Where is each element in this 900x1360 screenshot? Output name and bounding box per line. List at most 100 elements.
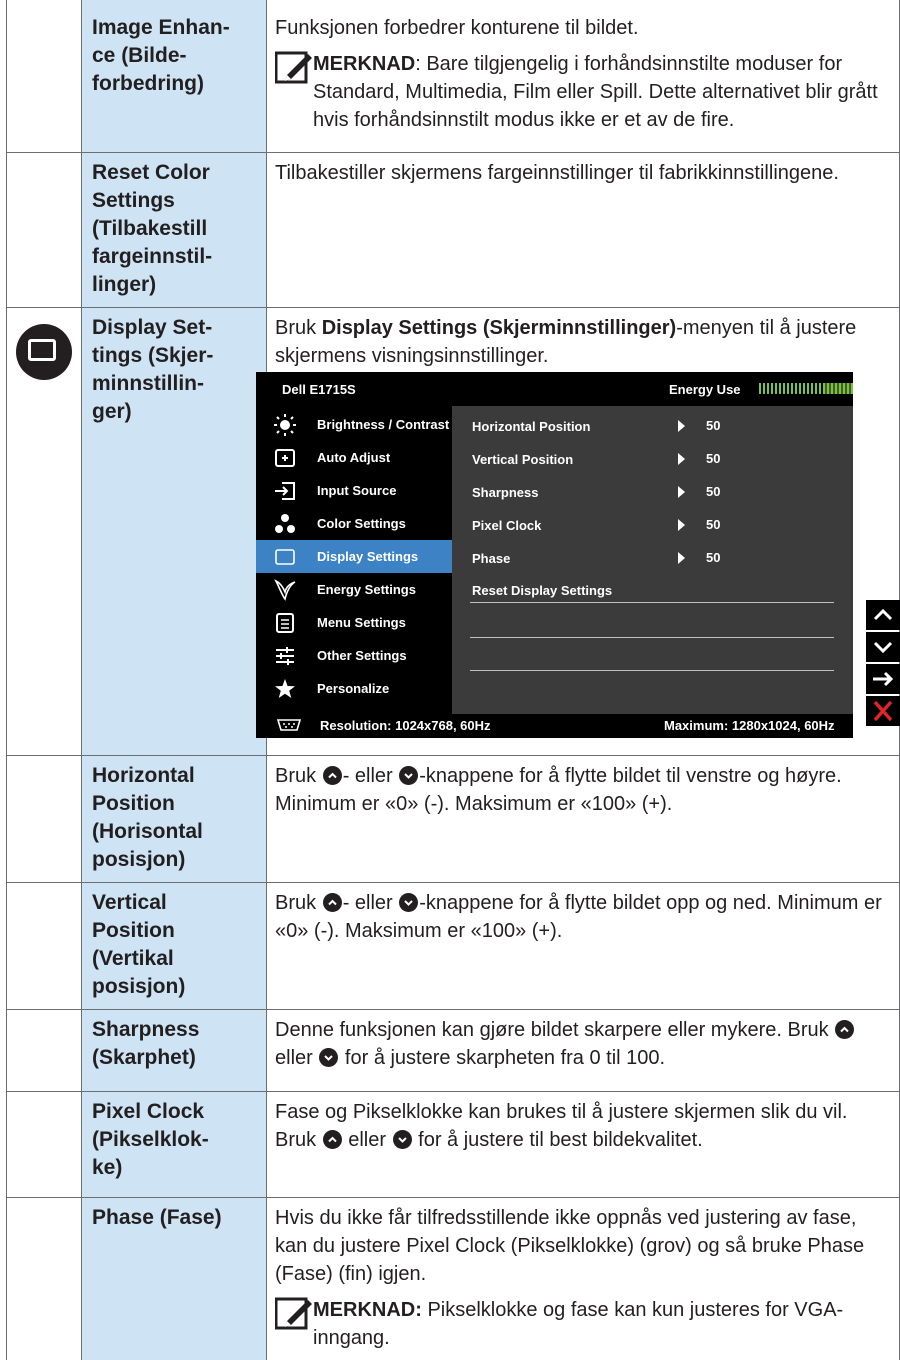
note-label: MERKNAD [313, 53, 416, 75]
row-description: Fase og Pikselklokke kan brukes til å ju… [266, 1090, 900, 1198]
osd-menu-item-other-settings[interactable]: Other Settings [256, 639, 452, 672]
vga-connector-icon [276, 719, 302, 731]
row-name: Horizontal Position (Horisontal posisjon… [81, 754, 267, 883]
row-description: Bruk - eller -knappene for å flytte bild… [266, 754, 900, 883]
down-button-icon [399, 892, 419, 912]
display-settings-icon [275, 549, 295, 565]
table-row-sharpness: Sharpness (Skarphet) Denne funksjonen ka… [6, 1008, 900, 1092]
row-desc-text: Funksjonen forbedrer konturene til bilde… [275, 17, 639, 39]
menu-settings-icon [276, 613, 294, 633]
osd-menu-screenshot: Dell E1715S Energy Use Brightness / Cont… [256, 372, 853, 738]
osd-energy-label: Energy Use [669, 382, 741, 397]
up-button[interactable] [866, 600, 900, 630]
up-button-icon [322, 765, 342, 785]
energy-settings-icon [274, 579, 296, 601]
row-description: Funksjonen forbedrer konturene til bilde… [266, 0, 900, 153]
row-name-text: Image Enhan- ce (Bilde- forbedring) [92, 16, 230, 95]
row-name-text: Pixel Clock (Pikselklok- ke) [92, 1099, 209, 1179]
table-row-pixel-clock: Pixel Clock (Pikselklok- ke) Fase og Pik… [6, 1090, 900, 1198]
arrow-right-icon [873, 671, 894, 687]
osd-menu-item-brightness[interactable]: Brightness / Contrast [256, 408, 452, 441]
row-description: Tilbakestiller skjermens fargeinnstillin… [266, 151, 900, 308]
osd-menu-item-auto-adjust[interactable]: Auto Adjust [256, 441, 452, 474]
table-row-phase: Phase (Fase) Hvis du ikke får tilfredsst… [6, 1196, 900, 1360]
row-name-text: Display Set- tings (Skjer- minnstillin- … [92, 315, 214, 423]
osd-sub-sharpness[interactable]: Sharpness [472, 485, 538, 500]
down-button[interactable] [866, 632, 900, 662]
note-block: MERKNAD: Pikselklokke og fase kan kun ju… [275, 1296, 891, 1352]
note-pencil-icon [275, 51, 312, 84]
divider [470, 602, 834, 603]
osd-menu-item-color-settings[interactable]: Color Settings [256, 507, 452, 540]
osd-maximum: Maximum: 1280x1024, 60Hz [664, 718, 835, 733]
exit-button[interactable] [866, 696, 900, 726]
osd-menu-item-input-source[interactable]: Input Source [256, 474, 452, 507]
row-name-text: Sharpness (Skarphet) [92, 1017, 200, 1069]
osd-menu-item-personalize[interactable]: Personalize [256, 672, 452, 705]
row-name: Reset Color Settings (Tilbakestill farge… [81, 151, 267, 308]
up-button-icon [322, 892, 342, 912]
row-description: Hvis du ikke får tilfredsstillende ikke … [266, 1196, 900, 1360]
osd-menu-item-energy-settings[interactable]: Energy Settings [256, 573, 452, 606]
chevron-down-icon [873, 641, 893, 654]
close-icon [873, 700, 893, 722]
osd-menu-item-menu-settings[interactable]: Menu Settings [256, 606, 452, 639]
row-name: Sharpness (Skarphet) [81, 1008, 267, 1092]
bold-term: Display Settings (Skjerminnstillinger) [321, 316, 677, 339]
row-desc-text: Hvis du ikke får tilfredsstillende ikke … [275, 1206, 865, 1285]
auto-adjust-icon [275, 449, 295, 467]
osd-sub-vertical-position[interactable]: Vertical Position [472, 452, 573, 467]
row-name-text: Phase (Fase) [92, 1205, 222, 1229]
down-button-icon [399, 765, 419, 785]
note-block: MERKNAD: Bare tilgjengelig i forhåndsinn… [275, 50, 891, 134]
note-label: MERKNAD: [313, 1298, 422, 1321]
color-settings-icon [275, 514, 295, 533]
row-name-text: Reset Color Settings (Tilbakestill farge… [92, 160, 213, 296]
triangle-right-icon [678, 552, 685, 564]
osd-sub-phase[interactable]: Phase [472, 551, 510, 566]
osd-value: 50 [706, 484, 721, 499]
other-settings-icon [276, 647, 294, 665]
osd-sub-reset-display-settings[interactable]: Reset Display Settings [472, 583, 612, 598]
row-name: Display Set- tings (Skjer- minnstillin- … [81, 306, 267, 756]
triangle-right-icon [678, 486, 685, 498]
triangle-right-icon [678, 519, 685, 531]
row-desc-text: Tilbakestiller skjermens fargeinnstillin… [275, 161, 839, 184]
brightness-icon [274, 414, 296, 436]
osd-menu-item-display-settings[interactable]: Display Settings [256, 540, 452, 573]
osd-model-name: Dell E1715S [282, 382, 356, 397]
up-button-icon [835, 1019, 855, 1039]
osd-resolution: Resolution: 1024x768, 60Hz [320, 718, 491, 733]
row-name: Vertical Position (Vertikal posisjon) [81, 881, 267, 1010]
row-name-text: Vertical Position (Vertikal posisjon) [92, 890, 186, 998]
up-button-icon [322, 1129, 342, 1149]
display-settings-icon [16, 323, 72, 380]
enter-button[interactable] [866, 664, 900, 694]
table-row-image-enhance: Image Enhan- ce (Bilde- forbedring) Funk… [6, 0, 900, 153]
triangle-right-icon [678, 453, 685, 465]
row-name-text: Horizontal Position (Horisontal posisjon… [92, 763, 203, 871]
triangle-right-icon [678, 420, 685, 432]
osd-value: 50 [706, 550, 721, 565]
table-row-horizontal-position: Horizontal Position (Horisontal posisjon… [6, 754, 900, 883]
note-pencil-icon [275, 1297, 312, 1329]
down-button-icon [392, 1129, 412, 1149]
osd-value: 50 [706, 451, 721, 466]
divider [470, 637, 834, 638]
table-row-reset-color: Reset Color Settings (Tilbakestill farge… [6, 151, 900, 308]
star-icon [275, 679, 295, 698]
osd-sub-pixel-clock[interactable]: Pixel Clock [472, 518, 541, 533]
osd-value: 50 [706, 517, 721, 532]
input-source-icon [275, 482, 295, 500]
table-row-vertical-position: Vertical Position (Vertikal posisjon) Br… [6, 881, 900, 1010]
row-name: Phase (Fase) [81, 1196, 267, 1360]
row-description: Denne funksjonen kan gjøre bildet skarpe… [266, 1008, 900, 1092]
row-description: Bruk - eller -knappene for å flytte bild… [266, 881, 900, 1010]
divider [470, 670, 834, 671]
down-button-icon [319, 1047, 339, 1067]
osd-sub-horizontal-position[interactable]: Horizontal Position [472, 419, 590, 434]
row-name: Image Enhan- ce (Bilde- forbedring) [81, 0, 267, 153]
row-name: Pixel Clock (Pikselklok- ke) [81, 1090, 267, 1198]
chevron-up-icon [873, 608, 893, 621]
osd-value: 50 [706, 418, 721, 433]
